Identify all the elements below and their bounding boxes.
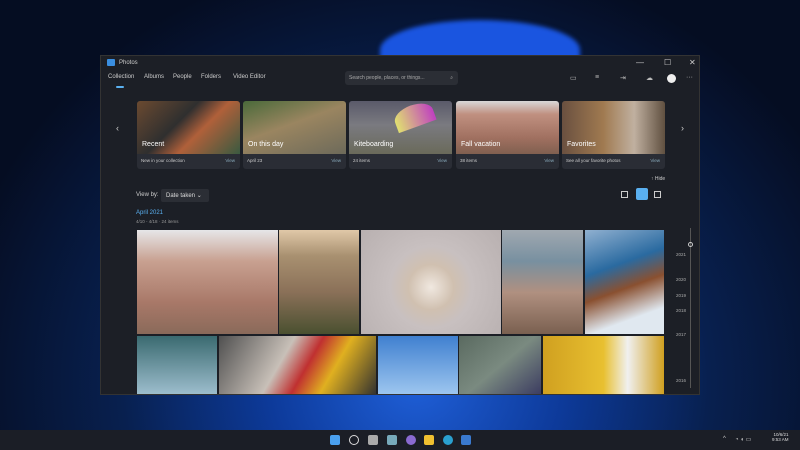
card-subtitle: New in your collection [141,158,185,163]
tab-video-editor[interactable]: Video Editor [233,74,266,80]
tray-chevron-icon[interactable]: ^ [723,436,726,442]
photos-window: Photos — ☐ ✕ Collection Albums People Fo… [100,55,700,395]
more-button[interactable]: ··· [686,74,693,81]
timeline-scrollbar[interactable] [690,228,691,388]
tab-folders[interactable]: Folders [201,74,221,80]
timeline-thumb[interactable] [688,242,693,247]
card-subtitle: April 23 [247,158,263,163]
group-title: April 2021 [136,210,164,216]
hide-label: Hide [654,176,666,182]
widgets-icon[interactable] [387,435,397,445]
photo[interactable] [279,230,359,334]
avatar[interactable] [667,74,676,83]
card-subtitle: 24 items [353,158,371,163]
task-view-icon[interactable] [368,435,378,445]
list-icon[interactable]: ≡ [595,74,599,81]
view-by-dropdown[interactable]: Date taken ⌄ [161,189,209,202]
card-title: Fall vacation [461,141,501,148]
card-on-this-day[interactable]: On this day April 23 View [243,101,346,169]
taskbar: ^ ◔ ◖ ▭ 10/6/21 9:53 AM [0,430,800,450]
timeline-year[interactable]: 2016 [676,378,686,383]
search-placeholder: Search people, places, or things... [349,75,425,81]
card-title: On this day [248,141,284,148]
large-view-icon[interactable] [621,191,628,198]
card-view-link[interactable]: View [650,158,660,163]
photo[interactable] [459,336,541,394]
card-view-link[interactable]: View [437,158,447,163]
active-tab-indicator [116,86,124,88]
photos-app-icon [107,59,115,66]
card-title: Recent [142,141,165,148]
card-title: Kiteboarding [354,141,394,148]
card-subtitle: 38 items [460,158,478,163]
view-by-label: View by: [136,192,159,198]
timeline-year[interactable]: 2018 [676,308,686,313]
hide-button[interactable]: ↑ Hide [651,176,665,182]
start-icon[interactable] [330,435,340,445]
maximize-button[interactable]: ☐ [664,58,671,67]
tab-people[interactable]: People [173,74,192,80]
timeline-year[interactable]: 2021 [676,252,686,257]
photo[interactable] [378,336,458,394]
photo[interactable] [585,230,664,334]
card-view-link[interactable]: View [544,158,554,163]
card-kiteboarding[interactable]: Kiteboarding 24 items View [349,101,452,169]
import-icon[interactable]: ⇥ [620,74,626,82]
carousel-next-icon[interactable]: › [681,123,684,133]
photo[interactable] [502,230,583,334]
network-volume-battery-icons[interactable]: ◔ ◖ ▭ [735,436,751,443]
timeline-year[interactable]: 2019 [676,293,686,298]
photo[interactable] [137,230,278,334]
edge-icon[interactable] [443,435,453,445]
card-recent[interactable]: Recent New in your collection View [137,101,240,169]
card-favorites[interactable]: Favorites See all your favorite photos Vie… [562,101,665,169]
window-title: Photos [119,60,138,66]
search-input[interactable]: Search people, places, or things... ⌕ [345,71,458,85]
timeline-year[interactable]: 2020 [676,277,686,282]
medium-view-icon[interactable] [636,188,648,200]
carousel-prev-icon[interactable]: ‹ [116,123,119,133]
chevron-down-icon: ⌄ [196,193,202,199]
clock[interactable]: 10/6/21 9:53 AM [772,432,789,442]
photo[interactable] [543,336,664,394]
search-icon: ⌕ [450,75,453,81]
clock-time: 9:53 AM [772,437,789,442]
file-explorer-icon[interactable] [424,435,434,445]
photo[interactable] [219,336,376,394]
small-view-icon[interactable] [654,191,661,198]
card-view-link[interactable]: View [331,158,341,163]
photo[interactable] [361,230,501,334]
card-subtitle: See all your favorite photos [566,158,621,163]
chat-icon[interactable] [406,435,416,445]
card-fall-vacation[interactable]: Fall vacation 38 items View [456,101,559,169]
photo[interactable] [137,336,217,394]
minimize-button[interactable]: — [636,58,644,67]
slideshow-icon[interactable]: ▭ [570,74,577,82]
photos-taskbar-icon[interactable] [461,435,471,445]
close-button[interactable]: ✕ [689,58,696,67]
timeline-year[interactable]: 2017 [676,332,686,337]
tab-albums[interactable]: Albums [144,74,164,80]
card-view-link[interactable]: View [225,158,235,163]
card-title: Favorites [567,141,596,148]
view-by-value: Date taken [166,193,196,199]
search-icon[interactable] [349,435,359,445]
group-subtitle: 4/10 - 4/18 · 24 items [136,219,179,224]
tab-collection[interactable]: Collection [108,74,134,80]
cloud-icon[interactable]: ☁ [646,74,653,82]
